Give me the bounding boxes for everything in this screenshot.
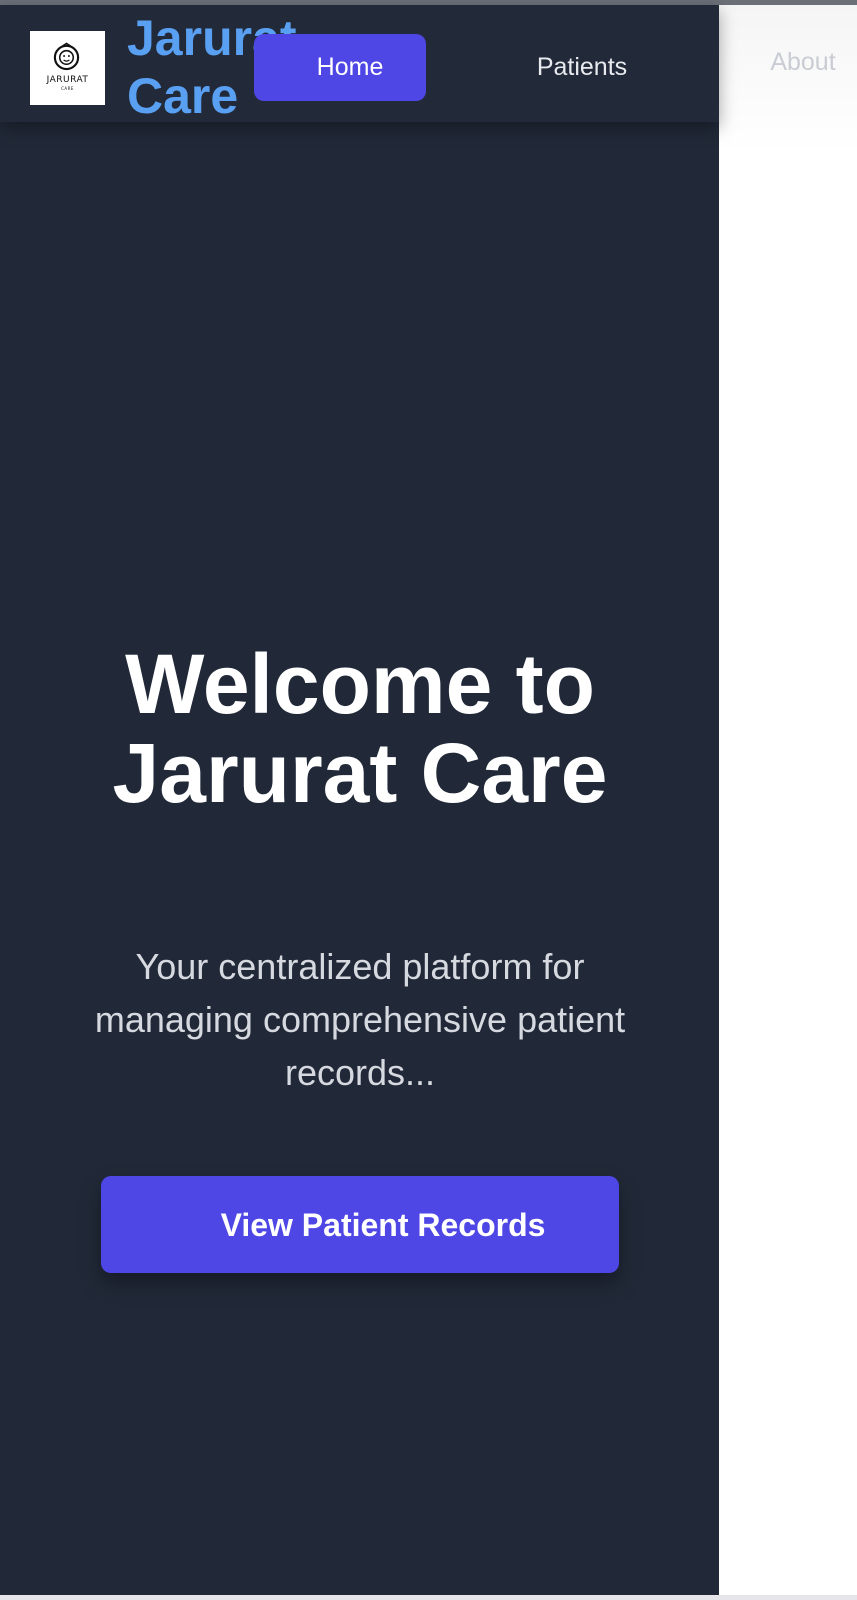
logo-wordmark: JARURAT: [46, 75, 89, 85]
hero-subtitle: Your centralized platform for managing c…: [94, 946, 626, 1093]
window-bottom-border: [0, 1595, 857, 1600]
doctor-face-icon: [53, 42, 80, 71]
navbar: JARURAT CARE Jarurat Care Home Patients: [0, 5, 719, 124]
logo-subtext: CARE: [61, 86, 74, 91]
nav-home-link[interactable]: Home: [254, 34, 426, 101]
nav-patients-link[interactable]: Patients: [512, 34, 652, 101]
right-blank-area: [719, 5, 857, 1595]
logo[interactable]: JARURAT CARE: [30, 31, 105, 105]
hero-title: Welcome to Jarurat Care: [112, 637, 608, 820]
view-patient-records-button[interactable]: View Patient Records: [101, 1176, 619, 1273]
nav-about-link[interactable]: About: [753, 29, 853, 96]
